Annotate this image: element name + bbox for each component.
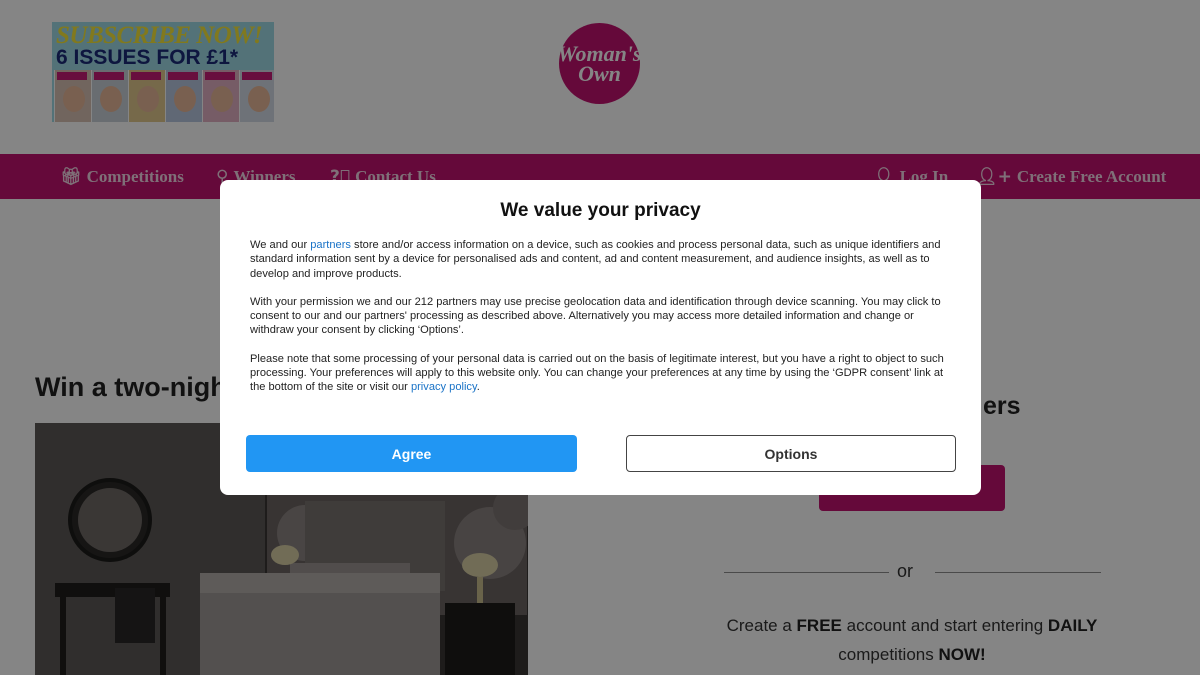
privacy-paragraph-2: With your permission we and our 212 part… — [250, 295, 941, 337]
partners-link[interactable]: partners — [310, 239, 351, 251]
options-button[interactable]: Options — [626, 435, 956, 472]
privacy-paragraph-1: We and our partners store and/or access … — [250, 239, 941, 280]
privacy-title: We value your privacy — [500, 200, 701, 221]
agree-button[interactable]: Agree — [246, 435, 577, 472]
privacy-consent-dialog: We value your privacy We and our partner… — [220, 180, 981, 495]
privacy-policy-link[interactable]: privacy policy — [411, 381, 477, 393]
privacy-paragraph-3: Please note that some processing of your… — [250, 352, 944, 394]
